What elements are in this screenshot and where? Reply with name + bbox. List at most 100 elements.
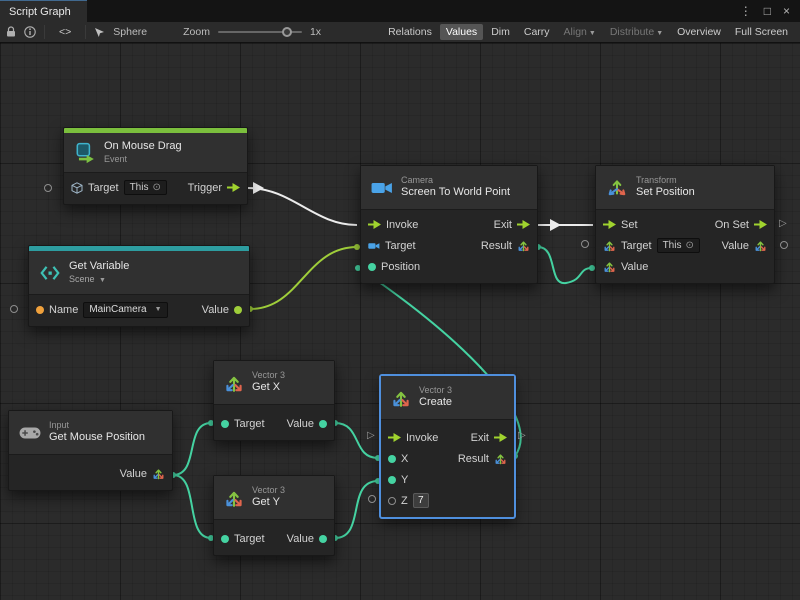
variable-name-dropdown[interactable]: MainCamera ▼ [83,302,167,318]
port-target[interactable]: Target [221,533,265,545]
zoom-slider-handle[interactable] [282,27,292,37]
flow-arrow-icon [494,433,507,442]
node-vector3-create[interactable]: Vector 3 Create Invoke Exit [380,375,515,518]
menu-icon[interactable]: ⋮ [740,4,752,18]
graph-breadcrumb[interactable]: Sphere [113,26,147,38]
port-value[interactable]: Value [202,304,242,316]
zoom-slider[interactable] [218,31,302,33]
flow-arrow-icon [517,220,530,229]
node-header[interactable]: On Mouse Drag Event [64,133,247,173]
port-dot [234,306,242,314]
port-dot [388,497,396,505]
gameobject-icon [71,182,83,194]
port-trigger[interactable]: Trigger [188,182,240,194]
node-header[interactable]: Camera Screen To World Point [361,166,537,210]
close-icon[interactable]: × [783,4,790,18]
edge-port-transform-on-set[interactable]: ▷ [779,219,787,229]
full-screen-button[interactable]: Full Screen [729,24,794,40]
edge-port-transform-target[interactable] [581,240,589,248]
port-invoke[interactable]: Invoke [368,219,418,231]
port-target[interactable]: Target [221,418,265,430]
port-transform-target[interactable]: Target This ⊙ [603,238,700,253]
node-header[interactable]: Transform Set Position [596,166,774,210]
edge-port-transform-value-out[interactable] [780,241,788,249]
node-screen-to-world-point[interactable]: Camera Screen To World Point Invoke Exit [360,165,538,284]
node-set-position[interactable]: Transform Set Position Set On Set [595,165,775,284]
port-name[interactable]: Name MainCamera ▼ [36,302,168,318]
info-icon[interactable] [24,26,36,38]
port-exit[interactable]: Exit [471,432,507,444]
edge-port-create-invoke[interactable]: ▷ [367,431,375,441]
dim-button[interactable]: Dim [485,24,516,40]
port-value[interactable]: Value [287,533,327,545]
wire-mouse-to-getx[interactable] [173,423,211,475]
node-title: Get Y [252,496,285,510]
port-result[interactable]: Result [481,239,530,252]
flow-arrow-icon [754,220,767,229]
toolbar-separator [85,25,86,39]
node-category: Input [49,420,145,431]
distribute-button[interactable]: Distribute▼ [604,24,669,40]
port-value[interactable]: Value [287,418,327,430]
tab-script-graph[interactable]: Script Graph [0,0,87,22]
dropdown-arrow-icon: ▼ [99,277,106,284]
node-get-y[interactable]: Vector 3 Get Y Target Value [213,475,335,556]
wire-variable-to-target[interactable] [250,247,357,309]
node-header[interactable]: Vector 3 Get Y [214,476,334,520]
wire-mouse-to-gety[interactable] [173,475,211,538]
port-exit[interactable]: Exit [494,219,530,231]
node-on-mouse-drag[interactable]: On Mouse Drag Event Target This ⊙ [63,127,248,205]
port-dot [388,476,396,484]
edge-port-on-mouse-drag-target[interactable] [44,184,52,192]
vector3-icon [152,467,165,480]
carry-button[interactable]: Carry [518,24,556,40]
code-view-button[interactable]: <> [53,24,77,40]
edge-port-create-exit[interactable]: ▷ [518,431,526,441]
this-object-chip[interactable]: This ⊙ [657,238,700,253]
port-x[interactable]: X [388,453,408,465]
wire-gety-to-y[interactable] [335,481,378,538]
vector3-icon [603,260,616,273]
node-header[interactable]: Vector 3 Get X [214,361,334,405]
edge-port-get-variable-name[interactable] [10,305,18,313]
z-value-field[interactable]: 7 [413,493,429,508]
port-target[interactable]: Target This ⊙ [71,180,167,195]
toolbar-buttons: Relations Values Dim Carry Align▼ Distri… [382,24,794,40]
transform-type-icon [603,239,616,252]
variable-scope-dropdown[interactable]: Scene ▼ [69,274,129,286]
port-z[interactable]: Z 7 [388,493,429,508]
graph-canvas[interactable]: On Mouse Drag Event Target This ⊙ [0,43,800,600]
port-camera-target[interactable]: Target [368,240,416,252]
window-controls: ⋮ □ × [740,0,800,22]
relations-button[interactable]: Relations [382,24,438,40]
zoom-value: 1x [310,26,321,38]
node-subtitle: Event [104,154,182,165]
port-value-input[interactable]: Value [603,260,648,273]
node-get-variable[interactable]: Get Variable Scene ▼ Name MainCamera ▼ [28,245,250,327]
port-value-output[interactable]: Value [722,239,767,252]
lock-icon[interactable] [6,26,16,38]
wire-trigger-to-invoke[interactable] [248,188,357,225]
node-category: Camera [401,175,510,186]
node-header[interactable]: Vector 3 Create [381,376,514,420]
node-get-mouse-position[interactable]: Input Get Mouse Position Value [8,410,173,491]
port-dot [221,535,229,543]
port-set[interactable]: Set [603,219,638,231]
port-value[interactable]: Value [120,467,165,480]
wire-result-to-value[interactable] [538,247,592,283]
node-header[interactable]: Get Variable Scene ▼ [29,251,249,295]
port-invoke[interactable]: Invoke [388,432,438,444]
port-on-set[interactable]: On Set [715,219,767,231]
edge-port-create-z[interactable] [368,495,376,503]
port-position[interactable]: Position [368,261,420,273]
overview-button[interactable]: Overview [671,24,727,40]
maximize-icon[interactable]: □ [764,4,771,18]
port-y[interactable]: Y [388,474,408,486]
this-object-chip[interactable]: This ⊙ [124,180,167,195]
node-get-x[interactable]: Vector 3 Get X Target Value [213,360,335,441]
align-button[interactable]: Align▼ [558,24,602,40]
port-result[interactable]: Result [458,452,507,465]
node-header[interactable]: Input Get Mouse Position [9,411,172,455]
values-button[interactable]: Values [440,24,483,40]
port-dot [221,420,229,428]
